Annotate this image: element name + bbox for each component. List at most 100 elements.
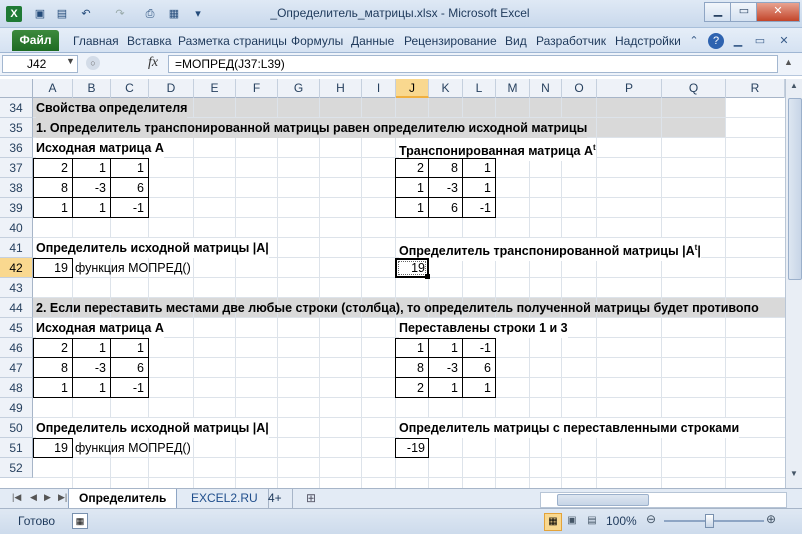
matrix-cell[interactable]: 2	[33, 338, 72, 358]
chevron-down-icon[interactable]: ▼	[66, 56, 75, 66]
minimize-ribbon-icon[interactable]: ⌃	[686, 33, 702, 49]
horizontal-scrollbar[interactable]	[540, 492, 787, 508]
fill-handle[interactable]	[425, 274, 430, 279]
tab-home[interactable]: Главная	[73, 34, 119, 48]
column-header-p[interactable]: P	[597, 79, 662, 98]
insert-sheet-icon[interactable]: ⊞	[306, 491, 316, 505]
normal-view-icon[interactable]: ▦	[544, 513, 562, 531]
column-header-j[interactable]: J	[396, 79, 429, 98]
row-header[interactable]: 46	[0, 338, 33, 358]
matrix-cell[interactable]: 1	[462, 158, 495, 178]
matrix-cell[interactable]: 8	[428, 158, 462, 178]
tab-insert[interactable]: Вставка	[127, 34, 172, 48]
matrix-cell[interactable]: 1	[110, 338, 148, 358]
quick-print-icon[interactable]: ⎙	[142, 6, 158, 22]
matrix-cell[interactable]: -3	[72, 178, 110, 198]
zoom-slider-track[interactable]	[664, 520, 764, 522]
expand-formula-icon[interactable]: ▲	[784, 57, 793, 67]
save-icon[interactable]: ▣	[32, 6, 48, 22]
file-tab[interactable]: Файл	[12, 30, 59, 51]
undo-icon[interactable]: ↶	[78, 6, 94, 22]
zoom-level[interactable]: 100%	[606, 514, 637, 528]
matrix-cell[interactable]: 1	[395, 198, 428, 218]
column-header-a[interactable]: A	[33, 79, 73, 98]
column-header-e[interactable]: E	[194, 79, 236, 98]
column-header-n[interactable]: N	[530, 79, 562, 98]
last-sheet-icon[interactable]: ▶|	[58, 492, 67, 503]
row-header[interactable]: 43	[0, 278, 33, 298]
matrix-cell[interactable]: 6	[110, 178, 148, 198]
matrix-cell[interactable]: 1	[72, 158, 110, 178]
matrix-cell[interactable]: 6	[428, 198, 462, 218]
maximize-button[interactable]: ▭	[730, 2, 758, 22]
help-icon[interactable]: ?	[708, 33, 724, 49]
tab-review[interactable]: Рецензирование	[404, 34, 497, 48]
zoom-slider-thumb[interactable]	[705, 514, 714, 528]
row-header[interactable]: 48	[0, 378, 33, 398]
matrix-cell[interactable]: 1	[110, 158, 148, 178]
page-break-view-icon[interactable]: ▤	[584, 513, 600, 529]
matrix-cell[interactable]: -3	[72, 358, 110, 378]
macro-record-icon[interactable]: ▦	[72, 513, 88, 529]
column-header-m[interactable]: M	[496, 79, 530, 98]
matrix-cell[interactable]: 1	[395, 338, 428, 358]
redo-icon[interactable]: ↷	[112, 6, 128, 22]
matrix-cell[interactable]: 1	[72, 338, 110, 358]
matrix-cell[interactable]: 1	[72, 378, 110, 398]
row-header[interactable]: 39	[0, 198, 33, 218]
tab-developer[interactable]: Разработчик	[536, 34, 606, 48]
matrix-cell[interactable]: 8	[33, 358, 72, 378]
det-original-value-2[interactable]: 19	[33, 438, 72, 458]
column-header-d[interactable]: D	[149, 79, 194, 98]
minimize-button[interactable]: ▁	[704, 2, 732, 22]
matrix-cell[interactable]: 6	[462, 358, 495, 378]
det-original-value[interactable]: 19	[33, 258, 72, 278]
column-header-q[interactable]: Q	[662, 79, 726, 98]
matrix-cell[interactable]: 6	[110, 358, 148, 378]
tab-data[interactable]: Данные	[351, 34, 394, 48]
matrix-cell[interactable]: 1	[462, 178, 495, 198]
row-header[interactable]: 47	[0, 358, 33, 378]
column-header-f[interactable]: F	[236, 79, 278, 98]
scroll-up-icon[interactable]: ▲	[788, 81, 800, 93]
column-header-b[interactable]: B	[73, 79, 111, 98]
matrix-cell[interactable]: -1	[462, 198, 495, 218]
sheet-tab[interactable]: EXCEL2.RU	[181, 489, 269, 508]
sheet-tab-active[interactable]: Определитель	[68, 489, 178, 509]
column-header-g[interactable]: G	[278, 79, 320, 98]
select-all-corner[interactable]	[0, 79, 33, 98]
formula-input[interactable]: =МОПРЕД(J37:L39)	[168, 55, 778, 73]
row-header[interactable]: 44	[0, 298, 33, 318]
tab-page-layout[interactable]: Разметка страницы	[178, 34, 287, 48]
matrix-cell[interactable]: 1	[395, 178, 428, 198]
matrix-cell[interactable]: 1	[72, 198, 110, 218]
row-header-selected[interactable]: 42	[0, 258, 33, 278]
next-sheet-icon[interactable]: ▶	[44, 492, 51, 503]
row-header[interactable]: 37	[0, 158, 33, 178]
customize-toolbar-icon[interactable]: ▾	[190, 6, 206, 22]
column-header-r[interactable]: R	[726, 79, 785, 98]
hscroll-thumb[interactable]	[557, 494, 649, 506]
matrix-cell[interactable]: 1	[33, 198, 72, 218]
matrix-cell[interactable]: 2	[33, 158, 72, 178]
expand-icon[interactable]: ○	[86, 56, 100, 70]
printer-icon[interactable]: ▦	[166, 6, 182, 22]
tab-formulas[interactable]: Формулы	[291, 34, 343, 48]
tab-addins[interactable]: Надстройки	[615, 34, 681, 48]
doc-restore-icon[interactable]: ▭	[752, 33, 768, 49]
column-header-i[interactable]: I	[362, 79, 396, 98]
matrix-cell[interactable]: -3	[428, 178, 462, 198]
matrix-cell[interactable]: 1	[428, 378, 462, 398]
column-header-k[interactable]: K	[429, 79, 463, 98]
matrix-cell[interactable]: 2	[395, 158, 428, 178]
matrix-cell[interactable]: 1	[33, 378, 72, 398]
column-header-h[interactable]: H	[320, 79, 362, 98]
row-header[interactable]: 41	[0, 238, 33, 258]
matrix-cell[interactable]: 1	[462, 378, 495, 398]
tab-view[interactable]: Вид	[505, 34, 527, 48]
matrix-cell[interactable]: -1	[110, 198, 148, 218]
row-header[interactable]: 40	[0, 218, 33, 238]
zoom-in-icon[interactable]: ⊕	[766, 512, 776, 526]
row-header[interactable]: 45	[0, 318, 33, 338]
scroll-thumb[interactable]	[788, 98, 802, 280]
